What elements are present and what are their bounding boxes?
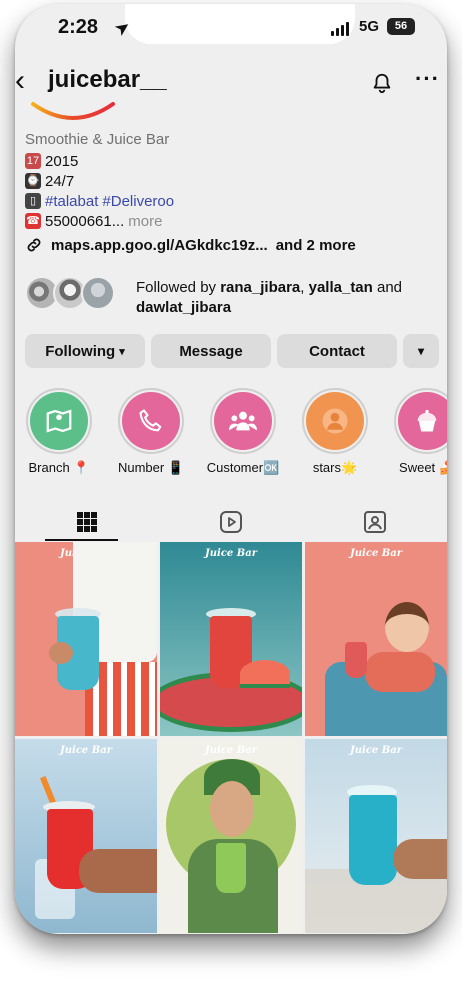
tab-tagged[interactable] (303, 502, 447, 542)
follower-name[interactable]: dawlat_jibara (136, 299, 231, 316)
bio-year: 2015 (45, 152, 79, 170)
follower-name[interactable]: yalla_tan (309, 279, 373, 296)
telephone-icon: ☎ (25, 213, 41, 229)
followed-by-text: Followed by rana_jibara, yalla_tan and d… (136, 279, 403, 316)
phone-frame: 2:28 ➤ 5G 56 ‹ juicebar__ ··· Smoothie &… (15, 4, 447, 934)
profile-link[interactable]: maps.app.goo.gl/AGkdkc19z... and 2 more (25, 236, 356, 254)
highlight-stars[interactable]: stars🌟 (295, 388, 375, 476)
bio-phone: 55000661... (45, 212, 125, 230)
brand-logo-arc (31, 102, 115, 120)
following-button[interactable]: Following ▾ (25, 334, 145, 368)
profile-link-url[interactable]: maps.app.goo.gl/AGkdkc19z... (51, 237, 268, 254)
battery-icon: 56 (387, 18, 415, 35)
calendar-icon: 17 (25, 153, 41, 169)
profile-tabs (15, 502, 447, 542)
highlight-number[interactable]: Number 📱 (111, 388, 191, 476)
tagged-icon (364, 511, 386, 533)
bell-icon[interactable] (371, 72, 393, 94)
story-highlights: Branch 📍 Number 📱 Customer🆗 stars🌟 Sweet (15, 388, 447, 483)
suggested-dropdown-button[interactable]: ▾ (403, 334, 439, 368)
chevron-down-icon: ▾ (417, 344, 425, 358)
post-thumbnail[interactable]: Juice Bar (305, 542, 447, 736)
post-thumbnail[interactable]: Juice Bar (15, 739, 157, 933)
reels-icon (220, 511, 242, 533)
phone-icon (139, 409, 162, 432)
bio-hours: 24/7 (45, 172, 75, 190)
chevron-down-icon: ▾ (119, 345, 125, 358)
status-time: 2:28 (58, 16, 99, 38)
followed-by-section[interactable]: Followed by rana_jibara, yalla_tan and d… (25, 276, 435, 318)
back-icon[interactable]: ‹ (15, 66, 25, 96)
post-thumbnail[interactable]: Juice Bar (15, 542, 157, 736)
profile-category: Smoothie & Juice Bar (25, 131, 170, 148)
mobile-phone-icon: ▯ (25, 193, 41, 209)
cupcake-icon (417, 409, 437, 432)
post-thumbnail[interactable]: Juice Bar (160, 739, 302, 933)
profile-link-more[interactable]: and 2 more (276, 237, 356, 254)
hashtag-deliveroo[interactable]: #Deliveroo (102, 192, 174, 211)
message-button[interactable]: Message (151, 334, 271, 368)
avatar (81, 276, 115, 310)
follower-name[interactable]: rana_jibara (220, 279, 300, 296)
network-type: 5G (359, 18, 380, 35)
contact-button[interactable]: Contact (277, 334, 397, 368)
grid-icon (77, 512, 97, 532)
hashtag-talabat[interactable]: #talabat (45, 192, 98, 211)
signal-icon (331, 22, 349, 36)
group-icon (229, 411, 257, 431)
posts-grid: Juice Bar Juice Bar Juice Bar Juice Bar (15, 542, 447, 934)
profile-username: juicebar__ (48, 66, 167, 93)
tab-posts-grid[interactable] (15, 502, 159, 542)
highlight-customer[interactable]: Customer🆗 (203, 388, 283, 476)
map-icon (46, 409, 72, 433)
highlight-sweet[interactable]: Sweet 🍰 (387, 388, 447, 476)
post-thumbnail[interactable]: Juice Bar (305, 739, 447, 933)
profile-bio: Smoothie & Juice Bar 17 2015 ⌚ 24/7 ▯ #t… (25, 130, 435, 231)
highlight-branch[interactable]: Branch 📍 (19, 388, 99, 476)
bio-more-link[interactable]: more (128, 212, 162, 231)
person-icon (322, 408, 348, 434)
tab-reels[interactable] (159, 502, 303, 542)
watch-icon: ⌚ (25, 173, 41, 189)
post-thumbnail[interactable]: Juice Bar (160, 542, 302, 736)
location-icon: ➤ (112, 17, 134, 40)
link-icon (27, 238, 41, 252)
more-options-icon[interactable]: ··· (415, 66, 440, 92)
profile-header: ‹ juicebar__ ··· (15, 66, 447, 100)
active-tab-indicator (45, 539, 118, 541)
status-bar: 2:28 ➤ 5G 56 (15, 16, 447, 40)
